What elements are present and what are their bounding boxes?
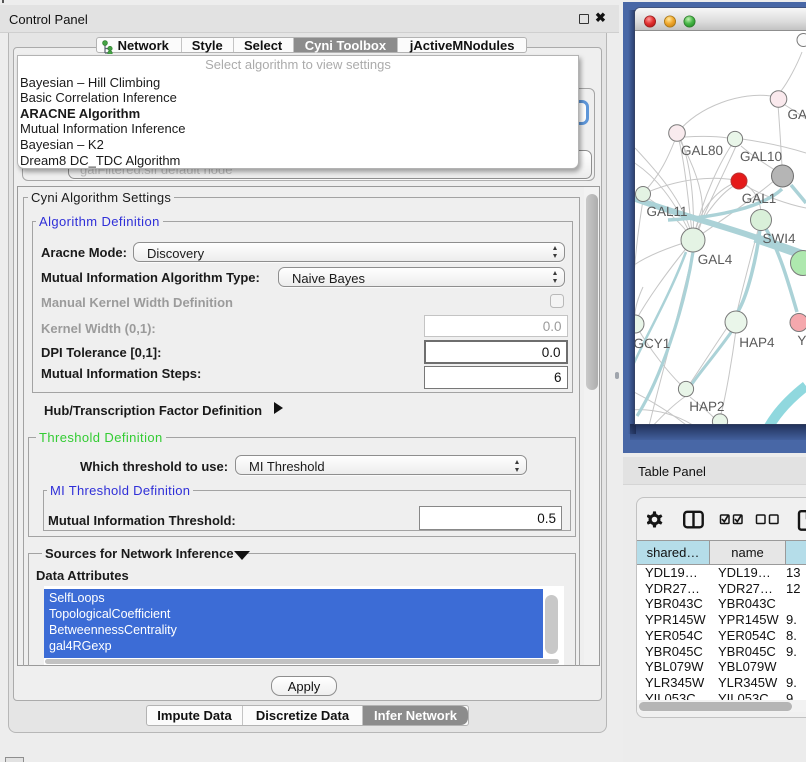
svg-text:GAL80: GAL80	[681, 143, 723, 158]
svg-text:GAL1: GAL1	[742, 191, 777, 206]
svg-text:HAP2: HAP2	[689, 399, 724, 414]
svg-text:GAL: GAL	[788, 107, 806, 122]
svg-text:GAL11: GAL11	[646, 204, 687, 219]
svg-text:SWI4: SWI4	[762, 231, 796, 246]
svg-text:GAL10: GAL10	[740, 149, 782, 164]
svg-text:HAP4: HAP4	[739, 335, 775, 350]
svg-text:Y: Y	[797, 333, 806, 348]
svg-text:GCY1: GCY1	[635, 336, 670, 351]
svg-text:GAL4: GAL4	[698, 252, 733, 267]
